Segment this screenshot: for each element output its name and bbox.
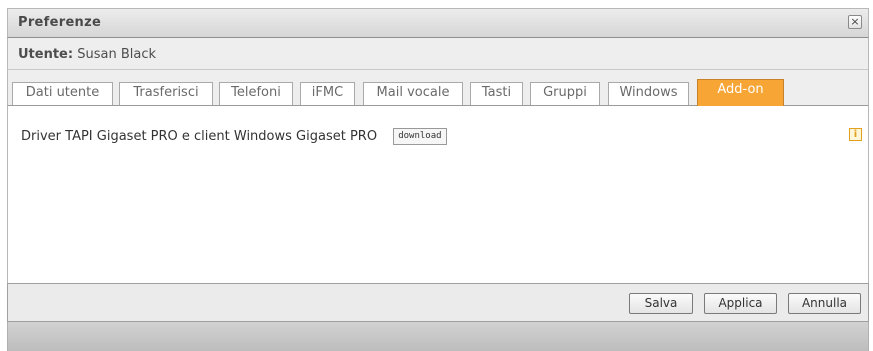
dialog-title: Preferenze: [18, 15, 102, 30]
tab-strip: Dati utente Trasferisci Telefoni iFMC Ma…: [7, 70, 869, 106]
download-button[interactable]: download: [393, 128, 447, 145]
tab-dati-utente[interactable]: Dati utente: [12, 82, 113, 105]
title-bar[interactable]: Preferenze ×: [7, 8, 869, 38]
cancel-button[interactable]: Annulla: [788, 293, 861, 314]
user-name: Susan Black: [77, 47, 156, 62]
close-icon[interactable]: ×: [848, 15, 862, 29]
tab-add-on[interactable]: Add-on: [697, 79, 784, 106]
addon-item: Driver TAPI Gigaset PRO e client Windows…: [21, 128, 447, 145]
button-bar: Salva Applica Annulla: [7, 283, 869, 322]
tab-trasferisci[interactable]: Trasferisci: [119, 82, 213, 105]
user-label: Utente:: [18, 47, 74, 62]
save-button[interactable]: Salva: [629, 293, 693, 314]
status-bar: [7, 322, 869, 351]
preferences-dialog: Preferenze × Utente: Susan Black Dati ut…: [0, 0, 873, 351]
tab-tasti[interactable]: Tasti: [470, 82, 523, 105]
addon-description: Driver TAPI Gigaset PRO e client Windows…: [21, 129, 378, 144]
user-bar: Utente: Susan Black: [7, 38, 869, 70]
tab-windows[interactable]: Windows: [608, 82, 689, 105]
tab-mail-vocale[interactable]: Mail vocale: [363, 82, 463, 105]
tab-telefoni[interactable]: Telefoni: [219, 82, 293, 105]
info-icon[interactable]: i: [849, 128, 862, 141]
tab-ifmc[interactable]: iFMC: [300, 82, 355, 105]
user-label-row: Utente: Susan Black: [18, 47, 156, 62]
tab-gruppi[interactable]: Gruppi: [530, 82, 600, 105]
apply-button[interactable]: Applica: [704, 293, 777, 314]
addon-panel: Driver TAPI Gigaset PRO e client Windows…: [7, 106, 869, 283]
